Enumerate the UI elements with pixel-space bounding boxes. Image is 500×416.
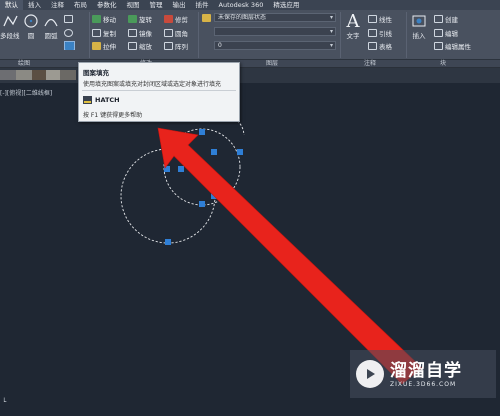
tooltip-command: HATCH [83,96,120,104]
autocad-window: 默认 插入 注释 布局 参数化 视图 管理 输出 插件 Autodesk 360… [0,0,500,416]
hatch-tooltip: 图案填充 使用填充图案或填充对封闭区域或选定对象进行填充 HATCH 按 F1 … [78,62,240,122]
watermark: 溜溜自学 ZIXUE.3D66.COM [350,350,496,398]
tooltip-description: 使用填充图案或填充对封闭区域或选定对象进行填充 [83,81,222,88]
tooltip-title: 图案填充 [83,69,109,77]
watermark-brand: 溜溜自学 [390,360,462,381]
play-logo-icon [356,360,384,388]
tooltip-help: 按 F1 键获得更多帮助 [83,112,143,119]
grip-point[interactable] [165,239,171,245]
command-line-icon [83,96,92,104]
grip-point[interactable] [178,166,184,172]
watermark-url: ZIXUE.3D66.COM [390,380,457,388]
grip-point[interactable] [237,149,243,155]
grip-point[interactable] [199,201,205,207]
ucs-icon: └ [2,398,7,406]
grip-point[interactable] [199,129,205,135]
grip-point[interactable] [211,149,217,155]
red-annotation-arrow [157,127,423,385]
tooltip-divider [82,90,236,91]
tooltip-command-name: HATCH [95,96,120,104]
